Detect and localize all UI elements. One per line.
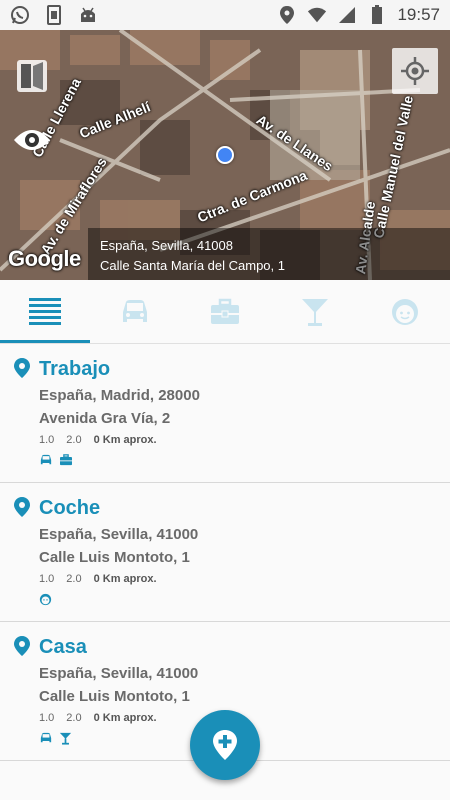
my-location-button[interactable] [392, 48, 438, 94]
add-location-icon [213, 730, 237, 760]
add-place-button[interactable] [190, 710, 260, 780]
address-region: España, Sevilla, 41008 [100, 238, 233, 253]
place-street: Calle Luis Montoto, 1 [39, 688, 190, 705]
car-icon [40, 454, 52, 465]
place-value-2: 2.0 [66, 573, 82, 585]
baby-face-icon [39, 593, 52, 606]
cocktail-icon [59, 732, 72, 745]
briefcase-icon [211, 298, 239, 324]
place-region: España, Madrid, 28000 [39, 387, 200, 404]
location-icon [277, 5, 297, 25]
status-bar: 19:57 [0, 0, 450, 30]
sim-card-icon [44, 5, 64, 25]
place-value-1: 1.0 [39, 712, 55, 724]
visibility-toggle-button[interactable] [10, 120, 54, 160]
battery-icon [367, 5, 387, 25]
briefcase-icon [60, 454, 72, 466]
clock: 19:57 [397, 5, 440, 24]
list-item[interactable]: Coche España, Sevilla, 41000 Calle Luis … [0, 483, 450, 622]
place-distance: 0 Km aprox. [93, 712, 157, 724]
tab-family[interactable] [360, 280, 450, 343]
place-value-2: 2.0 [66, 434, 82, 446]
car-icon [40, 732, 52, 743]
layers-toggle-button[interactable] [12, 56, 52, 96]
baby-face-icon [392, 298, 418, 325]
tab-leisure[interactable] [270, 280, 360, 343]
place-region: España, Sevilla, 41000 [39, 526, 199, 543]
wifi-icon [307, 5, 327, 25]
place-pin-icon [14, 636, 30, 656]
place-value-1: 1.0 [39, 573, 55, 585]
list-item[interactable]: Trabajo España, Madrid, 28000 Avenida Gr… [0, 344, 450, 483]
eye-icon [14, 130, 50, 150]
place-value-2: 2.0 [66, 712, 82, 724]
place-distance: 0 Km aprox. [93, 434, 157, 446]
car-icon [123, 299, 147, 322]
crosshair-icon [401, 57, 429, 85]
cocktail-icon [302, 298, 328, 326]
map-view[interactable]: Calle Llerena Calle Alhelí Av. de Llanes… [0, 30, 450, 280]
selected-address-overlay: España, Sevilla, 41008 Calle Santa María… [88, 228, 450, 280]
place-street: Avenida Gra Vía, 2 [39, 410, 171, 427]
place-distance: 0 Km aprox. [93, 573, 157, 585]
place-title: Coche [39, 497, 101, 519]
whatsapp-icon [10, 5, 30, 25]
place-categories [39, 454, 73, 466]
tab-all[interactable] [0, 280, 90, 343]
place-pin-icon [14, 497, 30, 517]
place-region: España, Sevilla, 41000 [39, 665, 199, 682]
signal-icon [337, 5, 357, 25]
layers-icon [17, 60, 47, 92]
list-icon [29, 297, 61, 325]
address-street: Calle Santa María del Campo, 1 [100, 258, 285, 273]
place-title: Casa [39, 636, 87, 658]
place-street: Calle Luis Montoto, 1 [39, 549, 190, 566]
place-categories [39, 732, 72, 745]
tab-car[interactable] [90, 280, 180, 343]
place-categories [39, 593, 52, 606]
place-value-1: 1.0 [39, 434, 55, 446]
category-tabs [0, 280, 450, 344]
google-logo: Google [8, 246, 81, 271]
place-meta: 1.0 2.0 0 Km aprox. [39, 573, 157, 585]
current-location-marker [216, 146, 234, 164]
place-meta: 1.0 2.0 0 Km aprox. [39, 712, 157, 724]
place-title: Trabajo [39, 358, 111, 380]
android-icon [78, 5, 98, 25]
tab-work[interactable] [180, 280, 270, 343]
place-meta: 1.0 2.0 0 Km aprox. [39, 434, 157, 446]
place-pin-icon [14, 358, 30, 378]
